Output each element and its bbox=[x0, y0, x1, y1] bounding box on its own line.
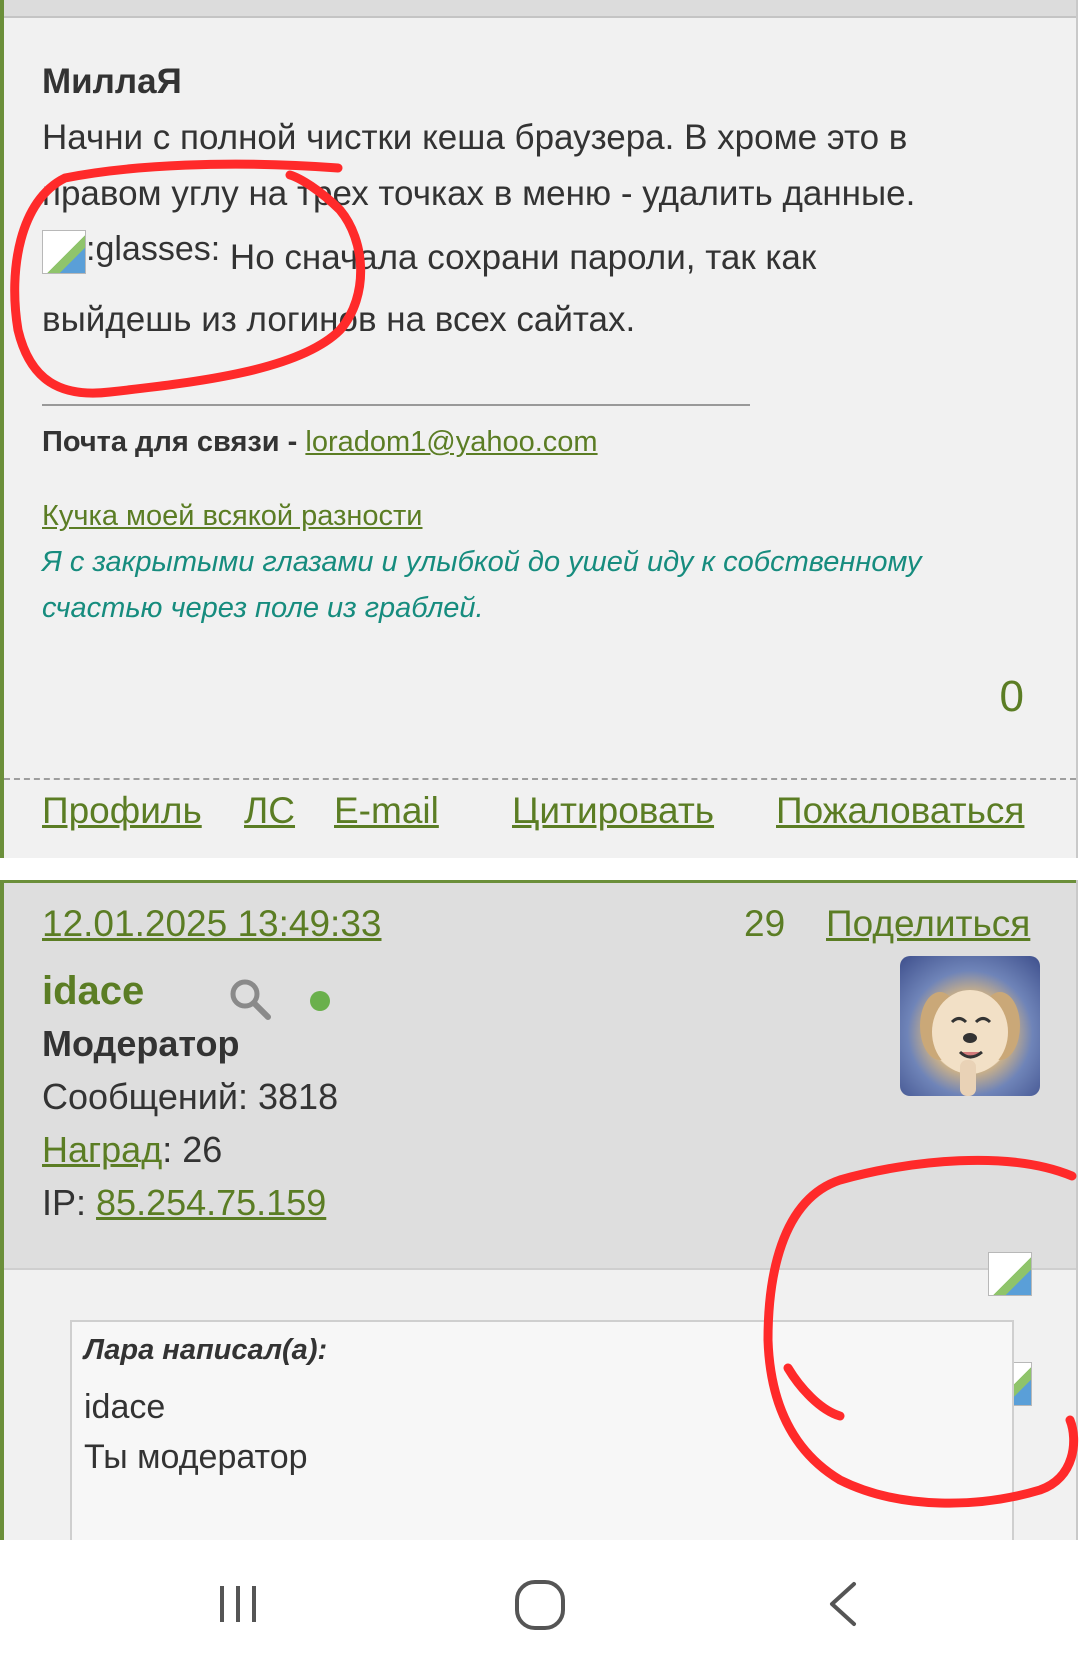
ip-link[interactable]: 85.254.75.159 bbox=[96, 1182, 326, 1223]
quote-link[interactable]: Цитировать bbox=[512, 790, 714, 832]
post-text-line: :glasses: Но сначала сохрани пароли, так… bbox=[42, 230, 817, 277]
post-number: 29 bbox=[744, 903, 786, 944]
quote-line: Ты модератор bbox=[84, 1438, 308, 1476]
quote-line: idace bbox=[84, 1388, 166, 1426]
actions-divider bbox=[4, 778, 1076, 780]
broken-image-icon bbox=[988, 1252, 1032, 1296]
post-text-line: правом углу на трех точках в меню - удал… bbox=[42, 174, 916, 213]
profile-link[interactable]: Профиль bbox=[42, 790, 202, 832]
home-icon[interactable] bbox=[513, 1578, 567, 1632]
user-status: Модератор bbox=[42, 1023, 240, 1064]
report-link[interactable]: Пожаловаться bbox=[776, 790, 1024, 832]
post-card: 12.01.2025 13:49:33 29 Поделиться idace … bbox=[0, 880, 1078, 1650]
post-text-fragment: Но сначала сохрани пароли, так как bbox=[220, 238, 817, 277]
post-text-line: выйдешь из логинов на всех сайтах. bbox=[42, 300, 636, 339]
online-dot-icon bbox=[310, 991, 330, 1011]
avatar[interactable] bbox=[900, 956, 1040, 1096]
search-icon[interactable] bbox=[228, 977, 272, 1021]
post-header: 12.01.2025 13:49:33 29 Поделиться idace … bbox=[4, 880, 1076, 1270]
user-awards: Наград: 26 bbox=[42, 1129, 222, 1171]
recents-icon[interactable] bbox=[214, 1580, 262, 1628]
back-icon[interactable] bbox=[820, 1580, 868, 1628]
signature-mail-label: Почта для связи - bbox=[42, 426, 306, 458]
smiley-alt-text: :glasses: bbox=[86, 230, 221, 268]
ip-label: IP: bbox=[42, 1182, 97, 1223]
system-navigation-bar bbox=[0, 1540, 1080, 1672]
email-link[interactable]: E-mail bbox=[334, 790, 439, 832]
signature-link[interactable]: Кучка моей всякой разности bbox=[42, 500, 423, 533]
private-message-link[interactable]: ЛС bbox=[244, 790, 295, 832]
post-username[interactable]: idace bbox=[42, 969, 144, 1014]
post-date-link[interactable]: 12.01.2025 13:49:33 bbox=[42, 903, 382, 945]
awards-value: : 26 bbox=[162, 1129, 223, 1170]
post-top-bar bbox=[4, 0, 1076, 18]
signature-quote-line: Я с закрытыми глазами и улыбкой до ушей … bbox=[42, 546, 922, 578]
post-card: МиллаЯ Начни с полной чистки кеша браузе… bbox=[0, 0, 1078, 858]
quote-author: Лара написал(а): bbox=[84, 1334, 328, 1366]
share-link[interactable]: Поделиться bbox=[826, 903, 1030, 945]
post-text-line: Начни с полной чистки кеша браузера. В х… bbox=[42, 118, 908, 157]
avatar-image bbox=[920, 990, 1020, 1096]
user-messages-count: Сообщений: 3818 bbox=[42, 1076, 339, 1117]
user-ip: IP: 85.254.75.159 bbox=[42, 1182, 326, 1224]
broken-image-icon bbox=[42, 230, 86, 274]
post-author: МиллаЯ bbox=[42, 62, 182, 101]
signature-mail-link[interactable]: loradom1@yahoo.com bbox=[305, 426, 597, 458]
signature-divider bbox=[42, 404, 750, 406]
awards-link[interactable]: Наград bbox=[42, 1129, 162, 1170]
signature-mail: Почта для связи - loradom1@yahoo.com bbox=[42, 426, 598, 459]
signature-quote-line: счастью через поле из граблей. bbox=[42, 592, 484, 624]
vote-count: 0 bbox=[999, 672, 1024, 721]
